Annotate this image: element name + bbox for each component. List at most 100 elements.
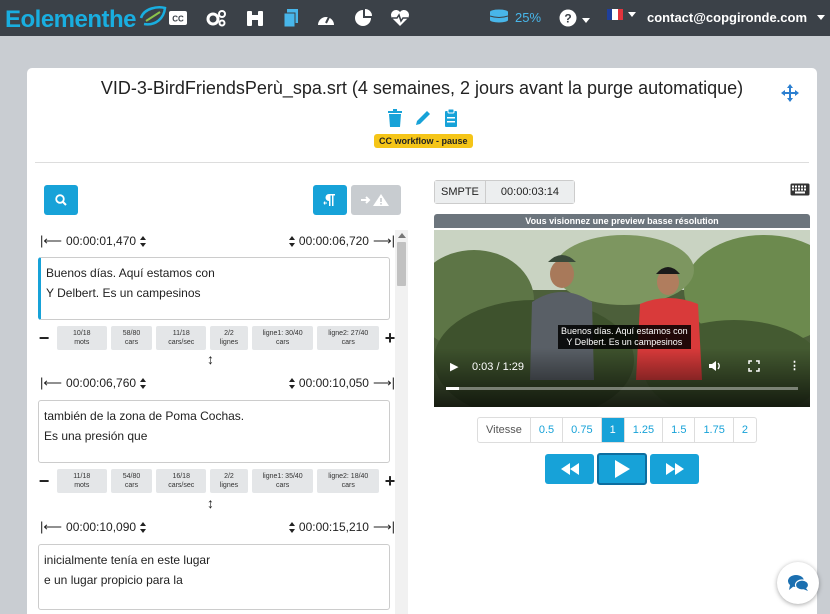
account-menu[interactable]: contact@copgironde.com (647, 10, 826, 25)
volume-icon[interactable] (708, 360, 722, 375)
clipboard-icon[interactable] (441, 108, 461, 128)
forward-button[interactable] (650, 454, 699, 484)
scroll-up-icon[interactable] (398, 233, 406, 238)
speed-selector: Vitesse 0.5 0.75 1 1.25 1.5 1.75 2 (477, 417, 757, 443)
rewind-button[interactable] (545, 454, 594, 484)
chevron-down-icon (817, 15, 826, 20)
quota-value: 25% (515, 10, 542, 25)
subtitle-text-editor[interactable]: inicialmente tenía en este lugar e un lu… (38, 544, 390, 610)
divider (35, 162, 809, 163)
start-timecode[interactable]: 00:00:06,760 (66, 376, 136, 390)
start-timecode[interactable]: 00:00:01,470 (66, 234, 136, 248)
scroll-thumb[interactable] (397, 242, 406, 286)
paragraph-button[interactable] (313, 185, 347, 215)
stat-chars: 54/80 cars (110, 469, 153, 493)
workflow-status-badge: CC workflow - pause (374, 134, 473, 148)
play-small-icon[interactable]: ▶ (450, 360, 458, 373)
smpte-display: SMPTE 00:00:03:14 (434, 180, 576, 204)
search-button[interactable] (44, 185, 78, 215)
subtitle-line: Es una presión que (44, 429, 148, 443)
more-options-icon[interactable]: ⋮ (789, 359, 800, 372)
subtitle-list: |⟵ 00:00:01,470 00:00:06,720 ⟶| Buenos d… (37, 225, 410, 614)
video-progress-fill (446, 387, 459, 390)
speed-option[interactable]: 1.75 (694, 418, 732, 442)
go-to-start-icon[interactable]: |⟵ (40, 233, 62, 249)
speed-option[interactable]: 1 (600, 418, 624, 442)
split-join-icon[interactable]: ↕ (207, 495, 214, 511)
subtitle-text-editor[interactable]: Buenos días. Aquí estamos con Y Delbert.… (38, 257, 390, 320)
timecode-row: |⟵ 00:00:10,090 00:00:15,210 ⟶| (37, 519, 397, 539)
cc-icon[interactable]: CC (167, 8, 189, 28)
end-spinner[interactable] (288, 235, 295, 247)
stat-chars-per-sec: 16/18 cars/sec (156, 469, 207, 493)
speed-option[interactable]: 1.25 (623, 418, 662, 442)
subtitle-line: Y Delbert. Es un campesinos (46, 286, 201, 300)
account-email: contact@copgironde.com (647, 10, 808, 25)
forward-icon (665, 463, 684, 475)
end-timecode[interactable]: 00:00:15,210 (299, 520, 369, 534)
arrows-move-icon[interactable] (781, 84, 799, 107)
end-spinner[interactable] (288, 377, 295, 389)
start-spinner[interactable] (140, 521, 147, 533)
editor-scrollbar[interactable] (395, 230, 408, 614)
go-to-end-icon[interactable]: ⟶| (373, 519, 395, 535)
subtitle-stats: − 10/18 mots 58/80 cars 11/18 cars/sec 2/2 l… (37, 326, 397, 350)
cogs-icon[interactable] (205, 8, 227, 28)
end-timecode[interactable]: 00:00:06,720 (299, 234, 369, 248)
search-icon (55, 194, 67, 206)
subtitle-stats: − 11/18 mots 54/80 cars 16/18 cars/sec 2/2 l… (37, 469, 397, 493)
keyboard-icon[interactable] (790, 183, 810, 201)
language-menu[interactable] (607, 9, 636, 20)
go-to-start-icon[interactable]: |⟵ (40, 519, 62, 535)
chat-button[interactable] (777, 562, 819, 604)
play-button[interactable] (597, 453, 647, 485)
go-to-end-icon[interactable]: ⟶| (373, 375, 395, 391)
subtitle-text-editor[interactable]: también de la zona de Poma Cochas. Es un… (38, 400, 390, 463)
tachometer-icon[interactable] (315, 8, 337, 28)
trash-icon[interactable] (385, 108, 405, 128)
files-icon[interactable] (280, 8, 302, 28)
stat-line1: ligne1: 30/40 cars (251, 326, 314, 350)
split-join-icon[interactable]: ↕ (207, 351, 214, 367)
paragraph-icon (323, 194, 335, 206)
database-icon (489, 9, 509, 26)
stat-line1: ligne1: 35/40 cars (251, 469, 314, 493)
help-menu[interactable]: ? (559, 9, 590, 32)
backward-icon (560, 463, 579, 475)
stat-line2: ligne2: 18/40 cars (317, 469, 380, 493)
brand-logo[interactable]: Eolementhe (5, 4, 168, 35)
speed-option[interactable]: 2 (732, 418, 756, 442)
smpte-value: 00:00:03:14 (485, 181, 575, 203)
pencil-icon[interactable] (413, 108, 433, 128)
pie-chart-icon[interactable] (352, 8, 374, 28)
fullscreen-icon[interactable] (748, 360, 760, 375)
heartbeat-icon[interactable] (389, 8, 411, 28)
end-spinner[interactable] (288, 521, 295, 533)
timecode-row: |⟵ 00:00:01,470 00:00:06,720 ⟶| (37, 233, 397, 253)
speed-option[interactable]: 0.75 (562, 418, 600, 442)
quota-indicator[interactable]: 25% (489, 9, 541, 26)
end-timecode[interactable]: 00:00:10,050 (299, 376, 369, 390)
editor-card: VID-3-BirdFriendsPerù_spa.srt (4 semaine… (27, 68, 817, 614)
minus-icon[interactable]: − (37, 471, 51, 492)
go-to-start-icon[interactable]: |⟵ (40, 375, 62, 391)
preview-notice: Vous visionnez une preview basse résolut… (434, 214, 810, 228)
start-timecode[interactable]: 00:00:10,090 (66, 520, 136, 534)
go-to-end-icon[interactable]: ⟶| (373, 233, 395, 249)
binoculars-icon[interactable] (244, 8, 266, 28)
arrow-warning-icon (361, 194, 389, 206)
subtitle-line: inicialmente tenía en este lugar (44, 553, 211, 567)
chevron-down-icon (582, 18, 590, 23)
speed-option[interactable]: 0.5 (529, 418, 562, 442)
start-spinner[interactable] (140, 377, 147, 389)
stat-words: 11/18 mots (56, 469, 107, 493)
chat-bubbles-icon (788, 575, 809, 591)
brand-name: Eolementhe (5, 5, 137, 33)
apply-warning-button[interactable] (351, 185, 401, 215)
minus-icon[interactable]: − (37, 328, 51, 349)
video-progress-bar[interactable] (446, 387, 798, 390)
video-player[interactable]: Buenos días. Aquí estamos con Y Delbert.… (434, 230, 810, 407)
speed-option[interactable]: 1.5 (662, 418, 694, 442)
stat-line2: ligne2: 27/40 cars (317, 326, 380, 350)
start-spinner[interactable] (140, 235, 147, 247)
